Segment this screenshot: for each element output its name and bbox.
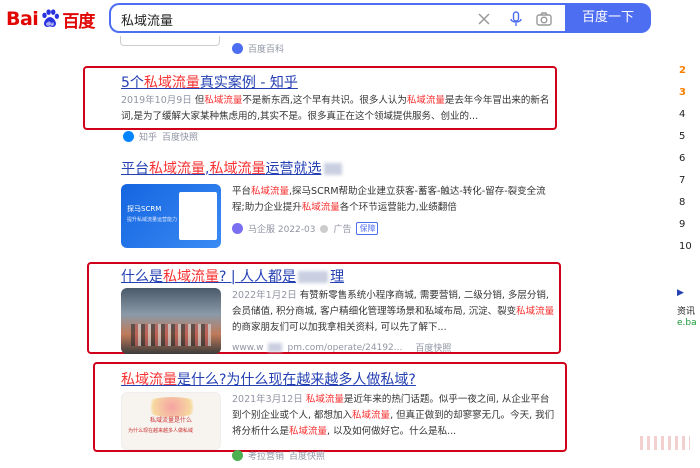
right-column-label[interactable]: 资讯 xyxy=(677,304,695,317)
rank-number: 7 xyxy=(679,175,686,186)
result-4-snippet: 2021年3月12日 私域流量是近年来的热门话题。似乎一夜之间, 从企业平台到个… xyxy=(232,392,557,440)
header-bar: Bai du 百度 百度一下 xyxy=(0,0,700,40)
advertiser-icon xyxy=(232,223,243,234)
logo-chinese: 百度 xyxy=(62,11,95,32)
keyword-highlight: 私域流量 xyxy=(516,306,555,317)
rank-number: 8 xyxy=(679,197,686,208)
rank-number: 4 xyxy=(679,109,686,120)
keyword-highlight: 私域流量 xyxy=(121,372,177,388)
result-2-thumbnail[interactable]: 探马SCRM 提升私域流量运营能力 xyxy=(121,184,221,248)
baidu-logo[interactable]: Bai du 百度 xyxy=(6,6,95,32)
result-2-snippet: 平台私域流量,探马SCRM帮助企业建立获客-蓄客-触达-转化-留存-裂变全流程;… xyxy=(232,186,546,213)
result-4-date: 2021年3月12日 xyxy=(232,394,303,405)
partial-top-result xyxy=(120,36,220,46)
source-icon xyxy=(232,450,243,461)
result-2-title[interactable]: 平台私域流量,私域流量运营就选 xyxy=(121,158,343,178)
keyword-highlight: 私域流量 xyxy=(305,394,344,405)
result-4-title[interactable]: 私域流量是什么?为什么现在越来越多人做私域? xyxy=(121,369,416,389)
shield-icon xyxy=(320,224,329,233)
keyword-highlight: 私域流量 xyxy=(209,161,266,177)
paw-icon: du xyxy=(42,9,60,27)
watermark xyxy=(640,436,690,450)
microphone-icon[interactable] xyxy=(507,10,525,28)
keyword-highlight: 私域流量 xyxy=(301,202,340,213)
search-input[interactable] xyxy=(121,9,451,29)
thumb-2-sub: 提升私域流量运营能力 xyxy=(127,217,178,223)
rank-number: 6 xyxy=(679,153,686,164)
keyword-highlight: 私域流量 xyxy=(251,186,290,197)
result-3-thumbnail[interactable] xyxy=(121,288,221,354)
result-1-date: 2019年10月9日 xyxy=(121,95,192,106)
logo-latin: Bai xyxy=(6,8,39,30)
keyword-highlight: 私域流量 xyxy=(289,426,328,437)
keyword-highlight: 私域流量 xyxy=(406,95,445,106)
clear-icon[interactable] xyxy=(475,10,493,28)
rank-number: 9 xyxy=(679,219,686,230)
right-column-play-icon[interactable]: ▶ xyxy=(677,288,684,298)
search-button[interactable]: 百度一下 xyxy=(565,3,651,33)
result-3-title[interactable]: 什么是私域流量? | 人人都是理 xyxy=(121,266,344,286)
camera-icon[interactable] xyxy=(535,10,553,28)
keyword-highlight: 私域流量 xyxy=(149,161,205,177)
result-4-thumbnail[interactable]: 私域流量是什么 为什么现在越来越多人做私域 xyxy=(121,392,221,450)
thumb-2-screen xyxy=(179,192,217,240)
svg-text:du: du xyxy=(46,21,54,27)
rank-number: 10 xyxy=(679,241,692,252)
right-column-ranks: 2 3 4 5 6 7 8 9 10 xyxy=(679,60,699,258)
thumb-4-sub: 为什么现在越来越多人做私域 xyxy=(128,428,194,434)
result-1-title[interactable]: 5个私域流量真实案例 - 知乎 xyxy=(121,72,298,92)
keyword-highlight: 私域流量 xyxy=(204,95,243,106)
keyword-highlight: 私域流量 xyxy=(163,269,219,285)
thumb-2-title: 探马SCRM xyxy=(127,205,162,213)
partial-top-source: 百度百科 xyxy=(232,42,284,55)
keyword-highlight: 私域流量 xyxy=(352,410,391,421)
rank-number: 2 xyxy=(679,65,686,76)
result-2-source: 马企服 2022-03 广告 保障 xyxy=(232,222,379,235)
result-1-snippet: 2019年10月9日 但私域流量不是新东西,这个早有共识。很多人认为私域流量是去… xyxy=(121,93,551,125)
rank-number: 5 xyxy=(679,131,686,142)
result-1-source: 知乎 百度快照 xyxy=(123,130,198,143)
result-3-snippet: 2022年1月2日 有赞新零售系统小程序商城, 需要营销, 二级分销, 多层分销… xyxy=(232,288,557,336)
baike-icon xyxy=(232,43,243,54)
guarantee-badge: 保障 xyxy=(356,222,379,235)
zhihu-icon xyxy=(123,131,134,142)
thumb-4-title: 私域流量是什么 xyxy=(150,417,193,424)
result-3-date: 2022年1月2日 xyxy=(232,290,297,301)
search-box[interactable] xyxy=(109,3,565,33)
right-column-link[interactable]: e.ba xyxy=(677,318,697,328)
result-3-source: www.w pm.com/operate/24192... 百度快照 xyxy=(232,342,452,355)
result-4-source: 考拉营销 百度快照 xyxy=(232,449,325,462)
rank-number: 3 xyxy=(679,87,686,98)
keyword-highlight: 私域流量 xyxy=(143,75,200,91)
